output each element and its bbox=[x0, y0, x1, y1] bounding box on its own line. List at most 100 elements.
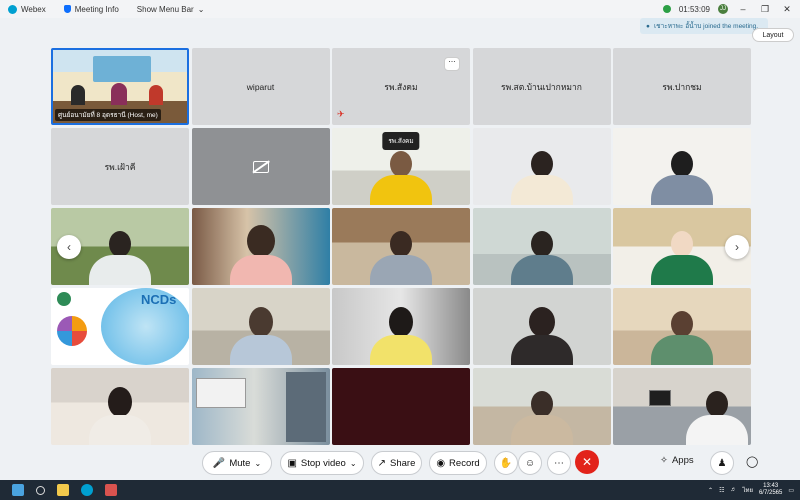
participant-tile[interactable] bbox=[613, 128, 751, 205]
participant-tile[interactable] bbox=[332, 288, 470, 365]
file-explorer-icon[interactable] bbox=[57, 484, 69, 496]
participant-tile[interactable]: › bbox=[613, 208, 751, 285]
mute-button[interactable]: 🎤 Mute ⌄ bbox=[202, 451, 272, 475]
more-options-button[interactable]: ⋯ bbox=[547, 451, 571, 475]
more-options-icon: ⋯ bbox=[554, 457, 564, 469]
participant-tile[interactable] bbox=[613, 288, 751, 365]
participant-tile[interactable]: รพ.สังคม ⋯ ✈ bbox=[332, 48, 470, 125]
more-options-icon[interactable]: ⋯ bbox=[444, 57, 460, 71]
reactions-button[interactable]: ☺ bbox=[518, 451, 542, 475]
person-head bbox=[246, 225, 275, 257]
windows-taskbar: ⌃ ☷ ♬ ไทย 13:43 6/7/2565 ▭ bbox=[0, 480, 800, 500]
participant-tile[interactable] bbox=[332, 208, 470, 285]
participant-tile[interactable]: รพ.ปากชม bbox=[613, 48, 751, 125]
video-grid: ศูนย์อนามัยที่ 8 อุดรธานี (Host, me) wip… bbox=[51, 48, 751, 445]
participant-tile[interactable]: wiparut bbox=[191, 48, 330, 125]
notifications-icon[interactable]: ▭ bbox=[788, 487, 794, 494]
participant-tile[interactable] bbox=[472, 288, 611, 365]
next-page-icon[interactable]: › bbox=[725, 234, 749, 259]
clock[interactable]: 13:43 6/7/2565 bbox=[759, 483, 782, 497]
hand-icon: ✋ bbox=[499, 457, 513, 469]
room-tv bbox=[649, 390, 671, 406]
smiley-icon: ☺ bbox=[524, 457, 536, 469]
participant-person bbox=[229, 307, 292, 365]
participant-tile[interactable] bbox=[191, 368, 330, 445]
participant-tile-host[interactable]: ศูนย์อนามัยที่ 8 อุดรธานี (Host, me) bbox=[51, 48, 189, 125]
apps-icon: ✧ bbox=[660, 455, 668, 466]
host-backdrop-banner bbox=[93, 56, 151, 82]
host-person bbox=[71, 85, 85, 105]
person-body bbox=[651, 175, 713, 205]
search-icon[interactable] bbox=[36, 485, 45, 495]
leave-meeting-button[interactable]: ✕ bbox=[575, 450, 599, 474]
show-menu-bar-button[interactable]: Show Menu Bar ⌄ bbox=[137, 5, 205, 14]
participant-tile[interactable]: ‹ bbox=[51, 208, 189, 285]
room-shelf bbox=[285, 372, 326, 442]
participant-tile[interactable] bbox=[472, 368, 611, 445]
participant-person bbox=[229, 225, 292, 285]
participant-tile-dark[interactable] bbox=[332, 368, 470, 445]
participant-name: รพ.สังคม bbox=[384, 81, 418, 92]
person-joined-icon: ● bbox=[646, 22, 650, 30]
previous-page-icon[interactable]: ‹ bbox=[57, 234, 81, 259]
windows-start-icon[interactable] bbox=[12, 484, 24, 496]
person-body bbox=[651, 335, 713, 365]
participant-tile[interactable] bbox=[472, 128, 611, 205]
participant-person bbox=[510, 151, 573, 205]
video-camera-icon: ▣ bbox=[287, 457, 297, 469]
meeting-info-button[interactable]: Meeting Info bbox=[63, 5, 119, 14]
participant-tile[interactable]: รพ.เฝ้าคี bbox=[51, 128, 189, 205]
share-button[interactable]: ↗ Share bbox=[371, 451, 422, 475]
person-head bbox=[108, 387, 132, 417]
participant-tile-slide[interactable]: NCDs bbox=[51, 288, 189, 365]
room-window bbox=[195, 378, 246, 408]
chat-button[interactable]: ◯ bbox=[746, 455, 758, 468]
person-head bbox=[530, 151, 553, 177]
chevron-down-icon: ⌄ bbox=[197, 4, 205, 14]
person-head bbox=[248, 307, 273, 337]
shield-icon bbox=[63, 5, 71, 13]
restore-icon[interactable]: ❐ bbox=[758, 4, 772, 15]
layout-button-label: Layout bbox=[762, 31, 784, 39]
participant-tile[interactable]: รพ.สต.บ้านเปากหมาก bbox=[472, 48, 611, 125]
person-body bbox=[510, 335, 573, 365]
stop-video-button[interactable]: ▣ Stop video ⌄ bbox=[280, 451, 364, 475]
webex-icon[interactable] bbox=[81, 484, 93, 496]
ministry-logo-icon bbox=[57, 292, 71, 306]
participant-person bbox=[651, 231, 713, 285]
raise-hand-button[interactable]: ✋ bbox=[494, 451, 518, 475]
participant-tile[interactable]: รพ.สังคม bbox=[332, 128, 470, 205]
participant-tile[interactable] bbox=[51, 368, 189, 445]
person-head bbox=[530, 231, 553, 257]
user-avatar[interactable]: JJ bbox=[718, 4, 728, 14]
chevron-up-icon[interactable]: ⌃ bbox=[708, 487, 713, 494]
layout-button[interactable]: Layout bbox=[752, 28, 794, 42]
mute-label: Mute bbox=[229, 457, 251, 469]
person-body bbox=[510, 415, 573, 445]
chevron-down-icon[interactable]: ⌄ bbox=[254, 459, 261, 468]
participant-tile[interactable] bbox=[613, 368, 751, 445]
slide-title: NCDs bbox=[141, 292, 177, 307]
language-indicator[interactable]: ไทย bbox=[742, 485, 753, 495]
participants-icon: ♟ bbox=[717, 457, 727, 469]
participant-tile-camera-off[interactable] bbox=[191, 128, 330, 205]
host-person bbox=[111, 83, 127, 105]
chevron-down-icon[interactable]: ⌄ bbox=[350, 459, 357, 468]
participant-tile[interactable] bbox=[191, 208, 330, 285]
camera-off-icon bbox=[252, 160, 269, 173]
participant-name-pill: รพ.สังคม bbox=[382, 132, 420, 150]
record-button[interactable]: ◉ Record bbox=[429, 451, 487, 475]
meeting-timer: 01:53:09 bbox=[678, 4, 710, 14]
minimize-icon[interactable]: – bbox=[736, 4, 750, 14]
close-icon[interactable]: ✕ bbox=[780, 4, 794, 15]
participant-tile[interactable] bbox=[191, 288, 330, 365]
pdf-reader-icon[interactable] bbox=[105, 484, 117, 496]
person-head bbox=[390, 231, 412, 257]
volume-icon[interactable]: ♬ bbox=[730, 487, 736, 493]
network-icon[interactable]: ☷ bbox=[719, 487, 724, 494]
participants-button[interactable]: ♟ bbox=[710, 451, 734, 475]
apps-button[interactable]: ✧ Apps bbox=[660, 455, 694, 466]
webex-icon bbox=[8, 4, 17, 14]
participant-name: ศูนย์อนามัยที่ 8 อุดรธานี (Host, me) bbox=[55, 109, 161, 121]
participant-tile[interactable] bbox=[472, 208, 611, 285]
